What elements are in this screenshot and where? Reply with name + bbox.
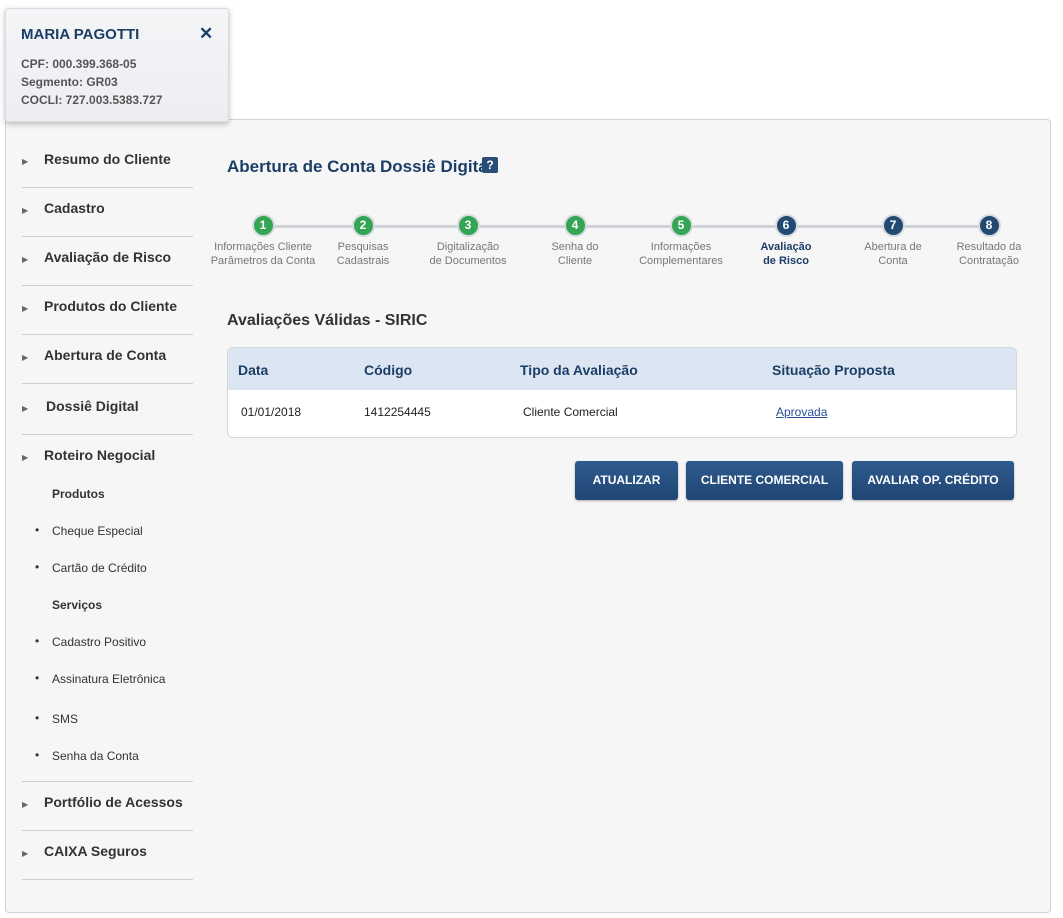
step-label-line1: Informações [650, 241, 712, 253]
close-icon[interactable]: ✕ [199, 24, 213, 44]
sidebar-subitem-label: Cadastro Positivo [52, 635, 147, 649]
sidebar-item-abertura-de-conta[interactable]: ▶ Abertura de Conta [22, 335, 193, 384]
step-label-line1: Senha do [551, 241, 599, 253]
column-header-codigo[interactable]: Código [364, 362, 412, 378]
step-label-line2: Contratação [959, 255, 1019, 267]
step-label-line2: Complementares [639, 255, 723, 267]
sidebar-subitem-label: SMS [52, 712, 79, 726]
sidebar-subitem-label: Cartão de Crédito [52, 561, 147, 575]
sidebar-subitem-senha-da-conta[interactable]: • Senha da Conta [22, 748, 193, 768]
step-label-line2: de Documentos [429, 255, 507, 267]
sidebar-subitem-cadastro-positivo[interactable]: • Cadastro Positivo [22, 634, 193, 654]
caret-right-icon: ▶ [22, 353, 29, 362]
client-name: MARIA PAGOTTI [21, 26, 140, 43]
sidebar-subitem-assinatura-eletronica[interactable]: • Assinatura Eletrônica [22, 671, 193, 691]
step-number: 8 [977, 214, 1001, 237]
step-3[interactable]: 3 Digitalização de Documentos [408, 214, 528, 268]
client-card: MARIA PAGOTTI ✕ CPF: 000.399.368-05 Segm… [5, 8, 229, 122]
sidebar-item-label: Avaliação de Risco [44, 249, 172, 265]
step-number: 4 [563, 214, 587, 237]
step-label-line1: Avaliação [760, 241, 812, 253]
step-number: 1 [251, 214, 275, 237]
column-header-situacao[interactable]: Situação Proposta [772, 362, 895, 378]
cell-situacao-link[interactable]: Aprovada [776, 405, 827, 419]
sidebar-item-label: Roteiro Negocial [44, 447, 156, 463]
sidebar-item-cadastro[interactable]: ▶ Cadastro [22, 188, 193, 237]
sidebar-item-portfolio-de-acessos[interactable]: ▶ Portfólio de Acessos [22, 782, 193, 831]
step-number: 3 [456, 214, 480, 237]
caret-right-icon: ▶ [22, 304, 29, 313]
step-6[interactable]: 6 Avaliação de Risco [726, 214, 846, 268]
sidebar-item-label: Dossiê Digital [46, 398, 139, 414]
sidebar-item-label: Cadastro [44, 200, 105, 216]
step-2[interactable]: 2 Pesquisas Cadastrais [303, 214, 423, 268]
sidebar-heading-servicos: Serviços [52, 598, 103, 612]
sidebar-subitem-cheque-especial[interactable]: • Cheque Especial [22, 523, 193, 543]
sidebar-item-label: CAIXA Seguros [44, 843, 147, 859]
bullet-icon: • [35, 671, 40, 685]
bullet-icon: • [35, 523, 40, 537]
step-label-line1: Resultado da [956, 241, 1022, 253]
help-icon[interactable]: ? [482, 157, 498, 173]
bullet-icon: • [35, 560, 40, 574]
cell-data: 01/01/2018 [241, 405, 302, 419]
caret-right-icon: ▶ [22, 453, 29, 462]
step-4[interactable]: 4 Senha do Cliente [515, 214, 635, 268]
step-label-line1: Digitalização [436, 241, 500, 253]
caret-right-icon: ▶ [22, 849, 29, 858]
caret-right-icon: ▶ [22, 206, 29, 215]
step-label-line2: Cadastrais [336, 255, 390, 267]
section-title: Avaliações Válidas - SIRIC [227, 312, 428, 329]
avaliar-op-credito-button[interactable]: AVALIAR OP. CRÉDITO [852, 461, 1014, 500]
client-segmento: Segmento: GR03 [21, 75, 118, 89]
step-number: 2 [351, 214, 375, 237]
avaliacoes-table: Data Código Tipo da Avaliação Situação P… [227, 347, 1017, 438]
sidebar-item-label: Produtos do Cliente [44, 298, 177, 314]
step-label-line2: de Risco [763, 255, 809, 267]
cell-tipo: Cliente Comercial [523, 405, 618, 419]
sidebar-item-dossie-digital[interactable]: ▶ Dossiê Digital [22, 386, 193, 435]
step-number: 5 [669, 214, 693, 237]
sidebar-subitem-label: Senha da Conta [52, 749, 139, 763]
atualizar-button[interactable]: ATUALIZAR [575, 461, 678, 500]
column-header-data[interactable]: Data [238, 362, 268, 378]
sidebar-item-produtos-do-cliente[interactable]: ▶ Produtos do Cliente [22, 286, 193, 335]
sidebar-item-roteiro-negocial[interactable]: ▶ Roteiro Negocial [22, 435, 193, 465]
step-label-line2: Cliente [557, 255, 593, 267]
caret-right-icon: ▶ [22, 255, 29, 264]
client-cocli: COCLI: 727.003.5383.727 [21, 93, 163, 107]
sidebar-subitem-label: Cheque Especial [52, 524, 143, 538]
client-cpf: CPF: 000.399.368-05 [21, 57, 137, 71]
cell-codigo: 1412254445 [364, 405, 431, 419]
sidebar-item-label: Abertura de Conta [44, 347, 167, 363]
sidebar-item-label: Portfólio de Acessos [44, 794, 183, 810]
cliente-comercial-button[interactable]: CLIENTE COMERCIAL [686, 461, 843, 500]
step-label-line1: Pesquisas [337, 241, 389, 253]
sidebar-subitem-cartao-de-credito[interactable]: • Cartão de Crédito [22, 560, 193, 580]
bullet-icon: • [35, 748, 40, 762]
sidebar-heading-produtos: Produtos [52, 487, 105, 501]
step-number: 6 [774, 214, 798, 237]
caret-right-icon: ▶ [22, 404, 29, 413]
sidebar-item-avaliacao-de-risco[interactable]: ▶ Avaliação de Risco [22, 237, 193, 286]
sidebar-subitem-sms[interactable]: • SMS [22, 711, 193, 731]
sidebar-item-caixa-seguros[interactable]: ▶ CAIXA Seguros [22, 831, 193, 880]
caret-right-icon: ▶ [22, 157, 29, 166]
sidebar-item-resumo-do-cliente[interactable]: ▶ Resumo do Cliente [22, 139, 193, 188]
sidebar-item-label: Resumo do Cliente [44, 151, 171, 167]
step-8[interactable]: 8 Resultado da Contratação [929, 214, 1049, 268]
step-number: 7 [881, 214, 905, 237]
bullet-icon: • [35, 634, 40, 648]
sidebar-subitem-label: Assinatura Eletrônica [52, 672, 166, 686]
column-header-tipo[interactable]: Tipo da Avaliação [520, 362, 638, 378]
table-header: Data Código Tipo da Avaliação Situação P… [228, 348, 1016, 390]
page-title: Abertura de Conta Dossiê Digital [227, 157, 493, 176]
bullet-icon: • [35, 711, 40, 725]
caret-right-icon: ▶ [22, 800, 29, 809]
step-5[interactable]: 5 Informações Complementares [621, 214, 741, 268]
